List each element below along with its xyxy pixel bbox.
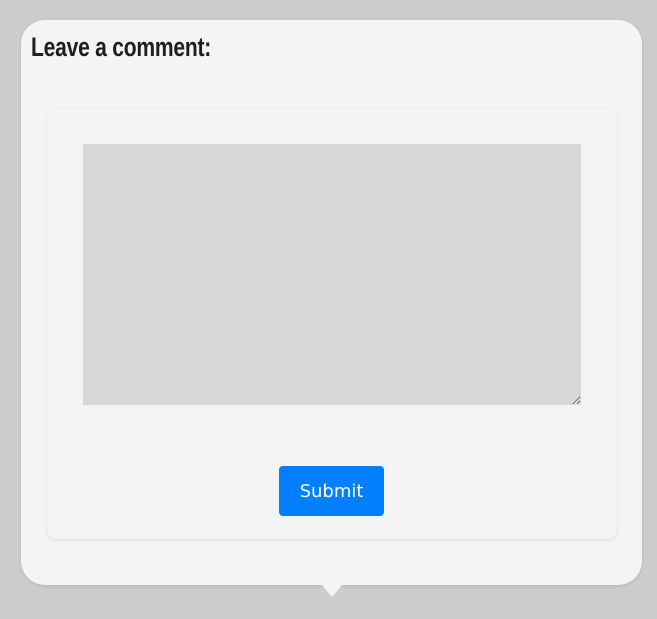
bubble-tail bbox=[321, 584, 343, 597]
comment-textarea[interactable] bbox=[83, 144, 581, 405]
comment-title: Leave a comment: bbox=[31, 32, 212, 62]
submit-button[interactable]: Submit bbox=[279, 466, 384, 516]
comment-form-card: Submit bbox=[47, 109, 617, 539]
comment-bubble: Leave a comment: Submit bbox=[21, 20, 642, 585]
